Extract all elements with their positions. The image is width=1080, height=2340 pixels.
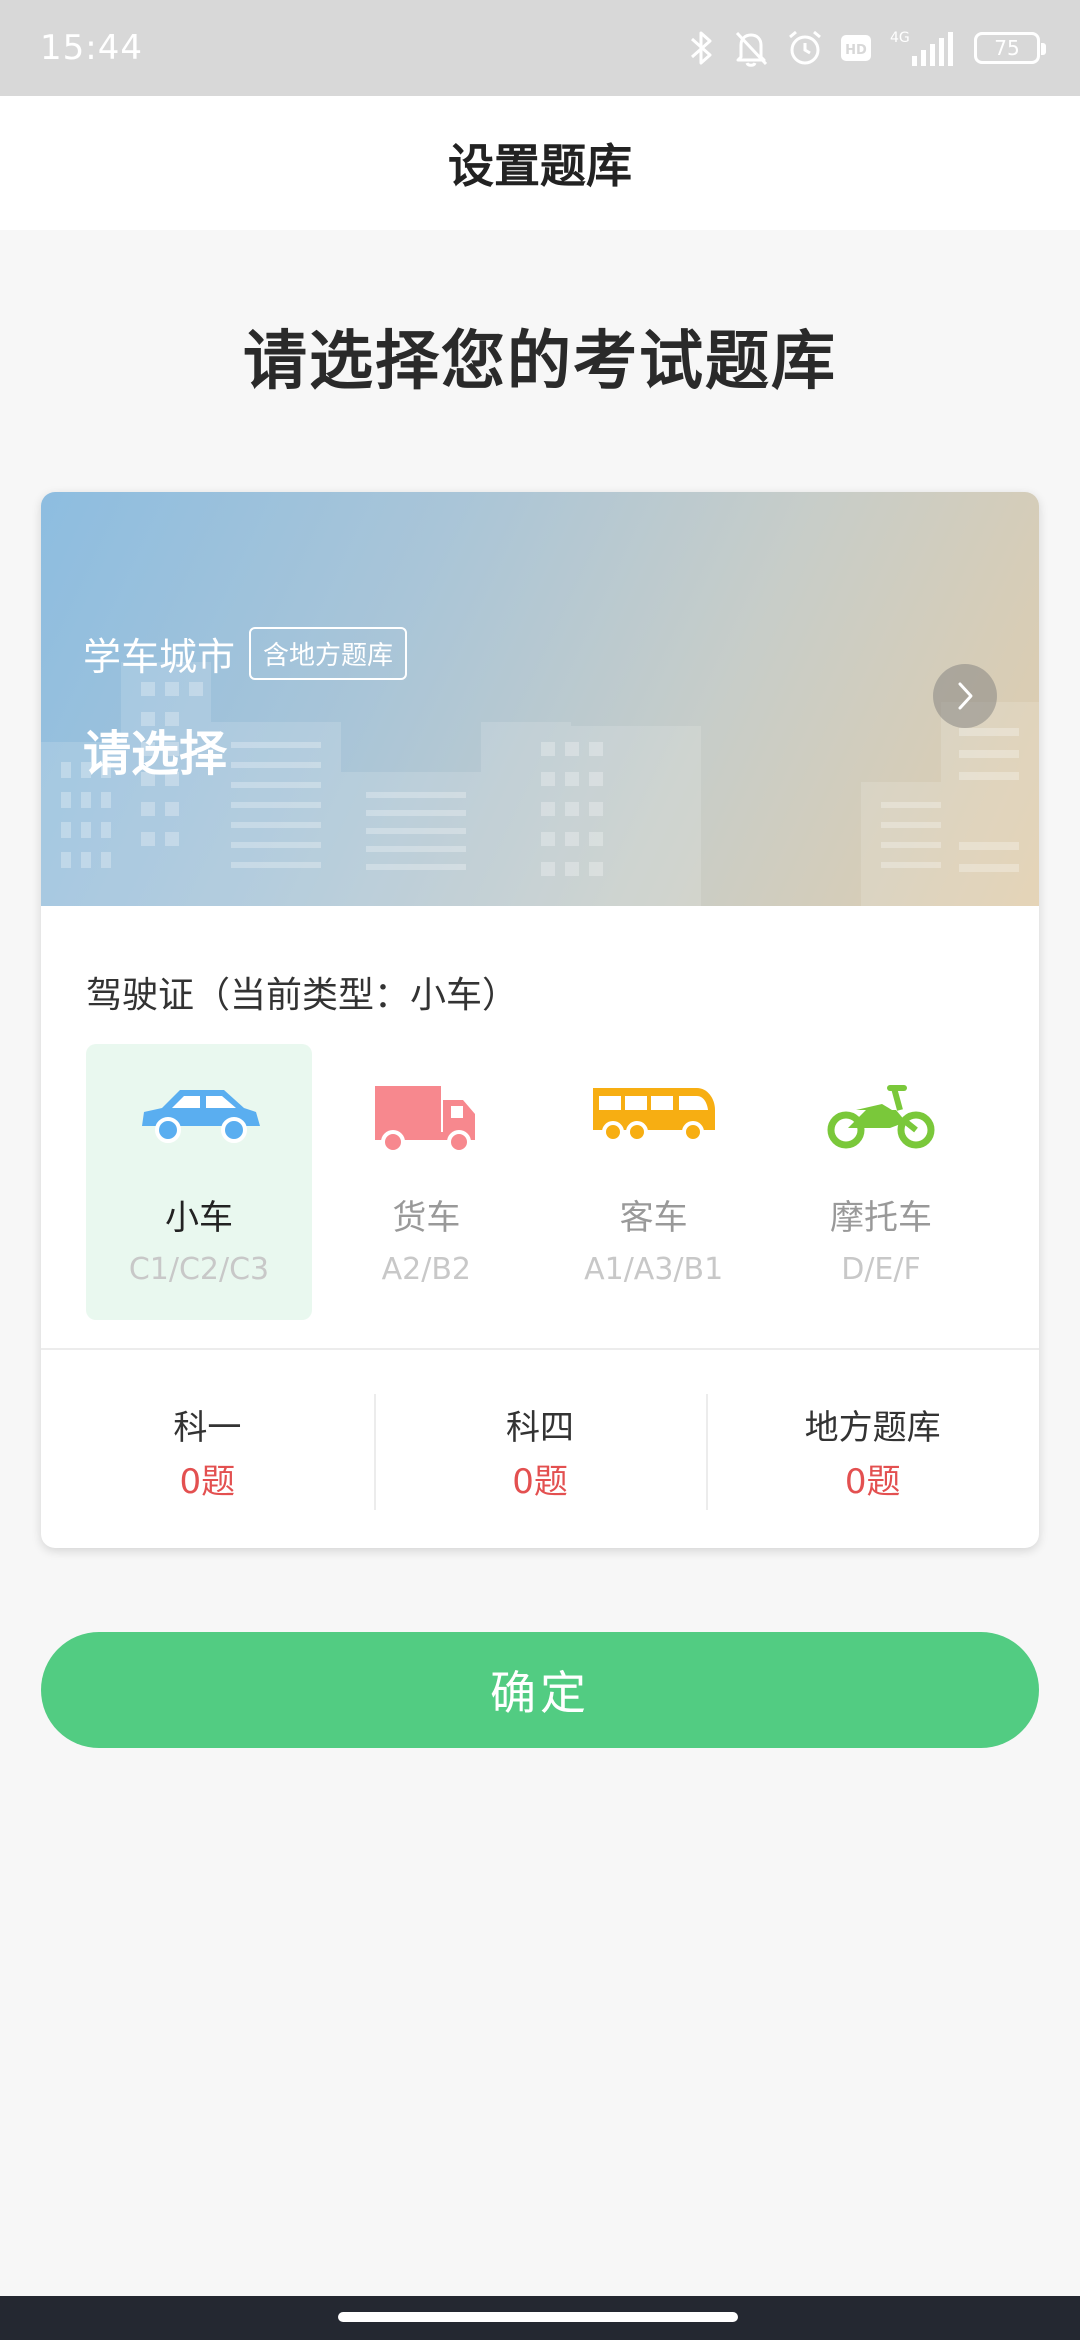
question-bank-card: 学车城市 含地方题库 请选择 驾驶证（当前类型：小车） 小车 C1/C2/C3 bbox=[41, 492, 1039, 1548]
stat-count: 0题 bbox=[844, 1462, 901, 1502]
banner-label-row: 学车城市 含地方题库 bbox=[83, 626, 408, 681]
hd-icon: HD bbox=[840, 34, 872, 62]
alarm-icon bbox=[786, 28, 824, 68]
vehicle-name: 摩托车 bbox=[829, 1198, 932, 1238]
city-select-prompt[interactable]: 请选择 bbox=[83, 714, 227, 784]
vehicle-option-truck[interactable]: 货车 A2/B2 bbox=[313, 1044, 539, 1320]
bluetooth-icon bbox=[688, 28, 716, 68]
vehicle-codes: C1/C2/C3 bbox=[128, 1252, 270, 1287]
battery-icon: 75 bbox=[974, 32, 1046, 64]
confirm-button[interactable]: 确定 bbox=[41, 1632, 1039, 1748]
signal-icon: 4G bbox=[888, 28, 958, 68]
stat-subject-four: 科四 0题 bbox=[373, 1350, 707, 1548]
city-banner[interactable]: 学车城市 含地方题库 请选择 bbox=[41, 492, 1039, 906]
truck-icon bbox=[313, 1080, 539, 1160]
license-type-title: 驾驶证（当前类型：小车） bbox=[86, 975, 519, 1016]
vehicle-option-car[interactable]: 小车 C1/C2/C3 bbox=[86, 1044, 312, 1320]
subject-stats: 科一 0题 科四 0题 地方题库 0题 bbox=[41, 1350, 1039, 1548]
page-title: 设置题库 bbox=[448, 139, 632, 193]
stat-label: 科一 bbox=[173, 1408, 242, 1448]
stat-count: 0题 bbox=[179, 1462, 236, 1502]
vehicle-codes: D/E/F bbox=[841, 1252, 921, 1287]
stat-count: 0题 bbox=[512, 1462, 568, 1502]
home-indicator[interactable] bbox=[338, 2312, 738, 2322]
car-icon bbox=[86, 1080, 312, 1160]
status-time: 15:44 bbox=[40, 28, 143, 68]
local-bank-badge: 含地方题库 bbox=[249, 627, 408, 680]
status-icons: HD 4G 75 bbox=[688, 28, 1046, 68]
stat-subject-one: 科一 0题 bbox=[41, 1350, 374, 1548]
vehicle-codes: A2/B2 bbox=[381, 1252, 472, 1287]
stat-label: 科四 bbox=[506, 1408, 574, 1448]
status-bar: 15:44 HD 4G 75 bbox=[0, 0, 1080, 96]
vehicle-option-bus[interactable]: 客车 A1/A3/B1 bbox=[541, 1044, 767, 1320]
stat-local-bank: 地方题库 0题 bbox=[706, 1350, 1039, 1548]
svg-text:HD: HD bbox=[845, 43, 867, 58]
vehicle-name: 小车 bbox=[165, 1198, 233, 1238]
svg-text:4G: 4G bbox=[890, 30, 910, 46]
vehicle-name: 客车 bbox=[619, 1198, 688, 1238]
header: 设置题库 bbox=[0, 96, 1080, 230]
city-label: 学车城市 bbox=[83, 635, 236, 679]
vehicle-codes: A1/A3/B1 bbox=[584, 1252, 724, 1287]
vehicle-option-motorcycle[interactable]: 摩托车 D/E/F bbox=[768, 1044, 994, 1320]
city-skyline-illustration bbox=[41, 662, 1039, 906]
vehicle-type-list: 小车 C1/C2/C3 货车 A2/B2 客车 A1/A3/B1 摩托车 D/E… bbox=[86, 1044, 994, 1320]
motorcycle-icon bbox=[768, 1080, 994, 1160]
system-nav-bar bbox=[0, 2296, 1080, 2340]
mute-bell-icon bbox=[732, 28, 770, 68]
stat-label: 地方题库 bbox=[804, 1408, 941, 1448]
page-heading: 请选择您的考试题库 bbox=[243, 325, 837, 399]
chevron-right-icon[interactable] bbox=[933, 664, 997, 728]
vehicle-name: 货车 bbox=[392, 1198, 461, 1238]
bus-icon bbox=[541, 1080, 767, 1160]
